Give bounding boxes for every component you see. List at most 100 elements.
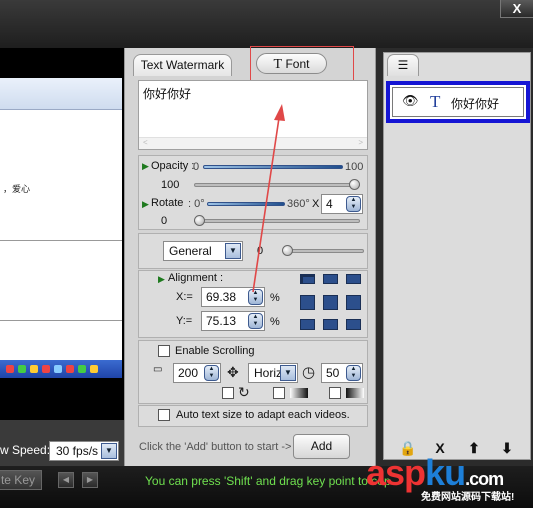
opacity-slider-thumb[interactable] [349,179,360,190]
rotate-multiplier-spinner[interactable]: 4 ▲ ▼ [321,194,363,214]
fade-in-icon [290,388,308,398]
style-value: General [169,244,212,258]
tab-text-watermark[interactable]: Text Watermark [133,54,232,76]
opacity-label: Opacity : [151,160,195,172]
rotate-max: 360° [287,198,310,210]
layer-item[interactable]: 👁 T 你好你好 [386,81,530,123]
move-arrows-icon: ✥ [227,364,239,380]
logo-part-b: ku [425,452,466,493]
taskbar-dot [90,365,98,373]
speed-value: 30 fps/s [56,444,99,458]
spin-arrows-icon[interactable]: ▲ ▼ [204,365,219,381]
opacity-slider-track[interactable] [194,183,360,187]
loop-icon: ↻ [238,384,250,400]
scroll-speed-spinner[interactable]: 200 ▲ ▼ [173,363,221,383]
align-top-right[interactable] [346,274,361,284]
keyframe-hint: You can press 'Shift' and drag key point… [145,474,391,488]
alignment-grid [300,274,362,331]
opacity-max: 100 [345,161,364,173]
multiplier-label: X [312,198,320,210]
y-unit: % [270,316,280,328]
scroll-speed-value: 200 [178,366,199,380]
opacity-value: 100 [161,179,180,191]
enable-scrolling-label: Enable Scrolling [175,345,255,357]
y-position-spinner[interactable]: 75.13 ▲ ▼ [201,311,265,331]
close-button[interactable]: X [500,0,533,18]
preview-text: ，爱心 [3,184,31,194]
speed-label: w Speed: [0,443,51,457]
y-label: Y:= [176,315,193,327]
scroll-right-icon[interactable]: > [358,138,363,147]
logo-part-a: asp [366,452,426,493]
layer-item-label: 你好你好 [451,97,500,111]
preview-taskbar [0,360,122,378]
layers-tab[interactable]: ☰ [387,54,419,76]
opacity-range-bar [203,165,343,169]
scroll-delay-value: 50 [326,366,340,380]
expand-arrow-icon: ▶ [158,274,165,284]
align-middle-left[interactable] [300,295,315,310]
scroll-direction-select[interactable]: Horiz ▼ [248,363,298,383]
next-key-icon[interactable]: ▶ [82,472,98,488]
scroll-left-icon[interactable]: < [143,138,148,147]
align-center[interactable] [323,295,338,310]
spin-arrows-icon[interactable]: ▲ ▼ [248,313,263,329]
style-slider-track[interactable] [286,249,364,253]
delete-key-button[interactable]: te Key [0,470,42,490]
rotate-range-bar [207,202,285,206]
align-bottom-left[interactable] [300,319,315,330]
add-button[interactable]: Add [293,434,350,459]
align-bottom-center[interactable] [323,319,338,330]
enable-scrolling-checkbox[interactable] [158,345,170,357]
ruler-icon: ▭ [153,364,163,375]
style-level-value: 0 [257,245,264,257]
style-select[interactable]: General ▼ [163,241,243,261]
layers-icon: ☰ [397,58,409,72]
x-value: 69.38 [206,290,237,304]
align-middle-right[interactable] [346,295,361,310]
spin-arrows-icon[interactable]: ▲ ▼ [346,365,361,381]
taskbar-dot [42,365,50,373]
multiplier-value: 4 [326,197,333,211]
prev-key-icon[interactable]: ◀ [58,472,74,488]
style-slider-thumb[interactable] [282,245,293,256]
taskbar-dot [78,365,86,373]
align-bottom-right[interactable] [346,319,361,330]
rotate-slider-thumb[interactable] [194,215,205,226]
align-top-left[interactable] [300,274,315,284]
autosize-checkbox[interactable] [158,409,170,421]
expand-arrow-icon: ▶ [142,199,149,209]
chevron-down-icon[interactable]: ▼ [280,365,296,381]
text-layer-icon: T [430,92,441,111]
x-position-spinner[interactable]: 69.38 ▲ ▼ [201,287,265,307]
rotate-value: 0 [161,215,168,227]
eye-icon[interactable]: 👁 [402,93,419,109]
preview-toolbar [0,78,122,110]
start-hint: Click the 'Add' button to start -> [139,441,292,453]
layer-item-frame: 👁 T 你好你好 [392,87,524,117]
alignment-label: Alignment : [168,272,224,284]
align-top-center[interactable] [323,274,338,284]
chevron-down-icon[interactable]: ▼ [101,443,117,459]
speed-select[interactable]: 30 fps/s ▼ [49,441,119,461]
taskbar-dot [18,365,26,373]
site-watermark-subtitle: 免费网站源码下载站! [421,492,515,503]
fade-out-checkbox[interactable] [329,387,341,399]
spin-arrows-icon[interactable]: ▲ ▼ [248,289,263,305]
chevron-down-icon[interactable]: ▼ [225,243,241,259]
spin-arrows-icon[interactable]: ▲ ▼ [346,196,361,212]
taskbar-dot [30,365,38,373]
taskbar-dot [6,365,14,373]
loop-checkbox[interactable] [222,387,234,399]
opacity-min: 0 [193,161,200,173]
rotate-min: : 0° [188,198,205,210]
taskbar-dot [54,365,62,373]
x-unit: % [270,292,280,304]
rotate-slider-track[interactable] [194,219,360,223]
fade-in-checkbox[interactable] [273,387,285,399]
scroll-direction-value: Horiz [254,366,283,380]
rotate-label: Rotate [151,197,184,209]
scroll-delay-spinner[interactable]: 50 ▲ ▼ [321,363,363,383]
taskbar-dot [66,365,74,373]
text-scrollbar[interactable]: < > [139,137,367,149]
